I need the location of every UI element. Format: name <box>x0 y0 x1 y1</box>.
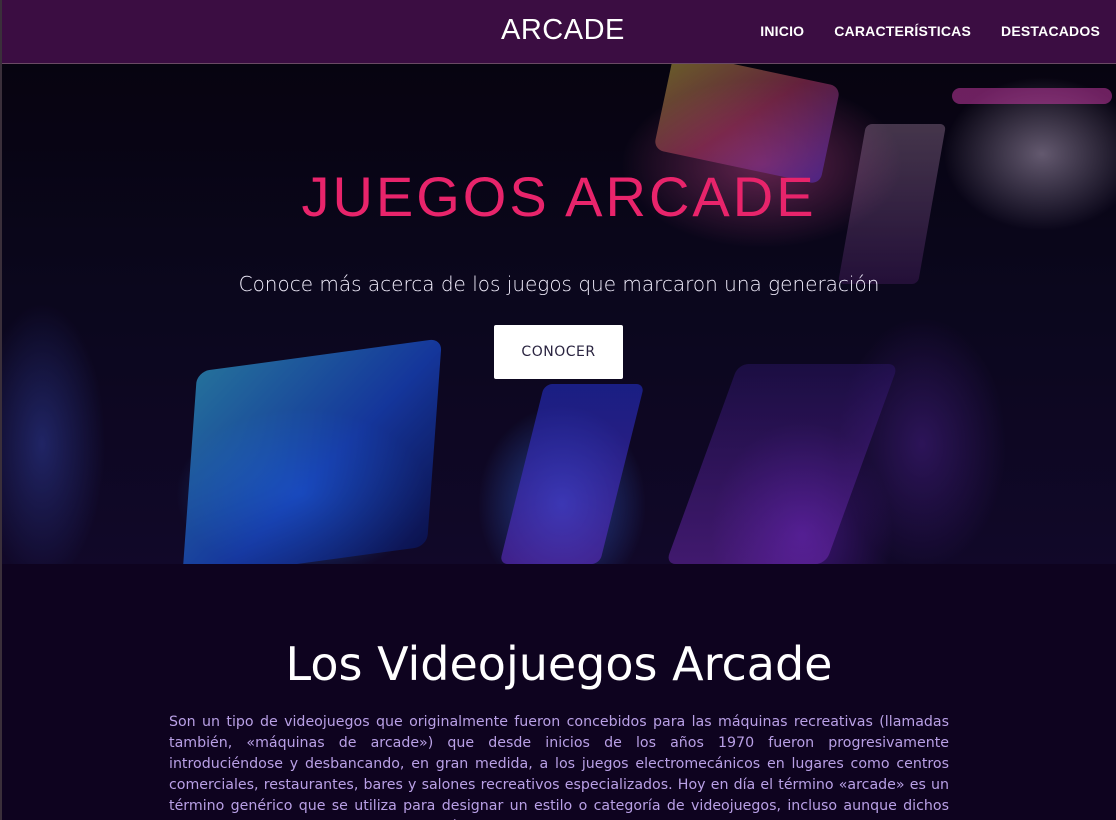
navbar: ARCADE INICIO CARACTERÍSTICAS DESTACADOS <box>2 0 1116 64</box>
brand-logo[interactable]: ARCADE <box>501 14 625 47</box>
hero-title: JUEGOS ARCADE <box>301 165 817 228</box>
nav-link-inicio[interactable]: INICIO <box>760 23 804 39</box>
nav-link-caracteristicas[interactable]: CARACTERÍSTICAS <box>834 23 971 39</box>
hero-banner: JUEGOS ARCADE Conoce más acerca de los j… <box>2 64 1116 564</box>
hero-subtitle: Conoce más acerca de los juegos que marc… <box>238 272 880 296</box>
nav-menu: INICIO CARACTERÍSTICAS DESTACADOS <box>760 23 1100 39</box>
section-paragraph: Son un tipo de videojuegos que originalm… <box>169 714 949 820</box>
nav-link-destacados[interactable]: DESTACADOS <box>1001 23 1100 39</box>
about-section: Los Videojuegos Arcade Son un tipo de vi… <box>2 564 1116 820</box>
hero-overlay <box>2 64 1116 564</box>
conocer-button[interactable]: CONOCER <box>494 325 623 379</box>
section-title: Los Videojuegos Arcade <box>285 637 833 691</box>
